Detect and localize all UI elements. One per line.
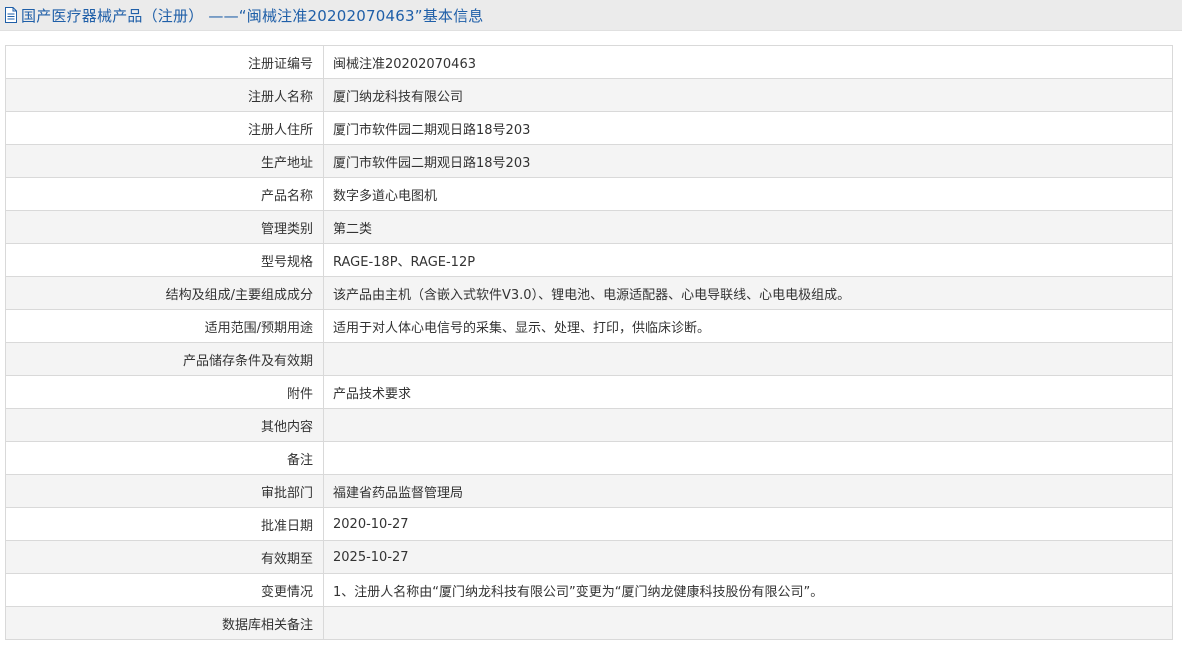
row-label: 结构及组成/主要组成成分 xyxy=(5,276,324,310)
row-label: 注册人住所 xyxy=(5,111,324,145)
row-value: 产品技术要求 xyxy=(323,375,1173,409)
table-row: 产品名称 数字多道心电图机 xyxy=(5,177,1173,211)
row-value: 该产品由主机（含嵌入式软件V3.0）、锂电池、电源适配器、心电导联线、心电电极组… xyxy=(323,276,1173,310)
row-value: 2020-10-27 xyxy=(323,507,1173,541)
table-row: 型号规格 RAGE-18P、RAGE-12P xyxy=(5,243,1173,277)
table-row: 有效期至 2025-10-27 xyxy=(5,540,1173,574)
row-label: 附件 xyxy=(5,375,324,409)
row-value: 适用于对人体心电信号的采集、显示、处理、打印，供临床诊断。 xyxy=(323,309,1173,343)
table-row: 批准日期 2020-10-27 xyxy=(5,507,1173,541)
table-row: 审批部门 福建省药品监督管理局 xyxy=(5,474,1173,508)
table-row: 附件 产品技术要求 xyxy=(5,375,1173,409)
table-row: 生产地址 厦门市软件园二期观日路18号203 xyxy=(5,144,1173,178)
table-row: 数据库相关备注 xyxy=(5,606,1173,640)
row-value: 厦门市软件园二期观日路18号203 xyxy=(323,111,1173,145)
table-row: 变更情况 1、注册人名称由“厦门纳龙科技有限公司”变更为“厦门纳龙健康科技股份有限… xyxy=(5,573,1173,607)
table-row: 注册人名称 厦门纳龙科技有限公司 xyxy=(5,78,1173,112)
row-label: 有效期至 xyxy=(5,540,324,574)
row-label: 变更情况 xyxy=(5,573,324,607)
row-label: 批准日期 xyxy=(5,507,324,541)
info-table: 注册证编号 闽械注准20202070463 注册人名称 厦门纳龙科技有限公司 注册人… xyxy=(5,45,1173,640)
row-value: 闽械注准20202070463 xyxy=(323,45,1173,79)
row-label: 管理类别 xyxy=(5,210,324,244)
row-label: 适用范围/预期用途 xyxy=(5,309,324,343)
row-label: 产品名称 xyxy=(5,177,324,211)
row-label: 注册证编号 xyxy=(5,45,324,79)
row-value: 数字多道心电图机 xyxy=(323,177,1173,211)
table-row: 备注 xyxy=(5,441,1173,475)
row-value xyxy=(323,606,1173,640)
row-value xyxy=(323,342,1173,376)
row-label: 产品储存条件及有效期 xyxy=(5,342,324,376)
row-value: 福建省药品监督管理局 xyxy=(323,474,1173,508)
row-label: 备注 xyxy=(5,441,324,475)
row-label: 其他内容 xyxy=(5,408,324,442)
row-value xyxy=(323,408,1173,442)
row-label: 数据库相关备注 xyxy=(5,606,324,640)
table-row: 注册人住所 厦门市软件园二期观日路18号203 xyxy=(5,111,1173,145)
table-row: 管理类别 第二类 xyxy=(5,210,1173,244)
row-value: RAGE-18P、RAGE-12P xyxy=(323,243,1173,277)
row-value xyxy=(323,441,1173,475)
table-row: 注册证编号 闽械注准20202070463 xyxy=(5,45,1173,79)
row-label: 审批部门 xyxy=(5,474,324,508)
row-value: 第二类 xyxy=(323,210,1173,244)
row-value: 1、注册人名称由“厦门纳龙科技有限公司”变更为“厦门纳龙健康科技股份有限公司”。 xyxy=(323,573,1173,607)
row-label: 注册人名称 xyxy=(5,78,324,112)
info-table-container: 注册证编号 闽械注准20202070463 注册人名称 厦门纳龙科技有限公司 注册人… xyxy=(5,45,1173,640)
table-row: 其他内容 xyxy=(5,408,1173,442)
table-row: 产品储存条件及有效期 xyxy=(5,342,1173,376)
row-label: 型号规格 xyxy=(5,243,324,277)
table-row: 结构及组成/主要组成成分 该产品由主机（含嵌入式软件V3.0）、锂电池、电源适配器… xyxy=(5,276,1173,310)
row-value: 厦门纳龙科技有限公司 xyxy=(323,78,1173,112)
row-label: 生产地址 xyxy=(5,144,324,178)
row-value: 2025-10-27 xyxy=(323,540,1173,574)
page-title: 国产医疗器械产品（注册） ——“闽械注准20202070463”基本信息 xyxy=(21,6,484,25)
document-icon xyxy=(5,7,17,23)
row-value: 厦门市软件园二期观日路18号203 xyxy=(323,144,1173,178)
info-table-body: 注册证编号 闽械注准20202070463 注册人名称 厦门纳龙科技有限公司 注册人… xyxy=(5,45,1173,640)
header-bar: 国产医疗器械产品（注册） ——“闽械注准20202070463”基本信息 xyxy=(0,0,1182,31)
table-row: 适用范围/预期用途 适用于对人体心电信号的采集、显示、处理、打印，供临床诊断。 xyxy=(5,309,1173,343)
